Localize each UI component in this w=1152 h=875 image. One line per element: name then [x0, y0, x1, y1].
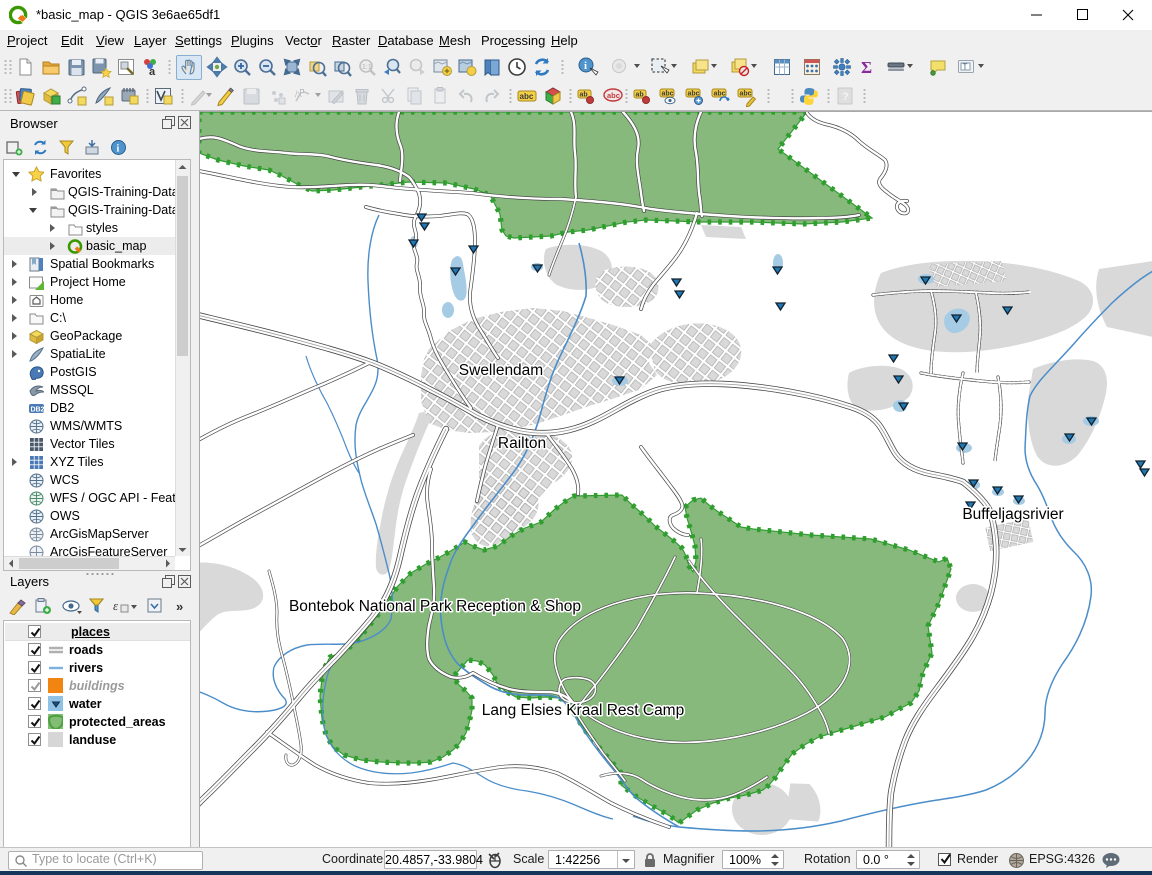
svg-text:Σ: Σ [861, 58, 872, 77]
svg-text:ε: ε [113, 598, 119, 613]
svg-text:Swellendam: Swellendam [459, 362, 543, 379]
svg-text:Buffeljagsrivier: Buffeljagsrivier [962, 506, 1063, 523]
svg-text:Lang Elsies Kraal Rest Camp: Lang Elsies Kraal Rest Camp [482, 702, 684, 719]
svg-text:Railton: Railton [498, 435, 546, 452]
svg-text:Bontebok National Park Recepti: Bontebok National Park Reception & Shop [289, 598, 581, 615]
svg-text:?: ? [842, 91, 849, 103]
svg-text:T: T [963, 63, 968, 72]
svg-text:i: i [117, 144, 120, 155]
svg-text:abc: abc [607, 91, 620, 100]
svg-text:DB2: DB2 [31, 407, 45, 414]
svg-text:1:1: 1:1 [362, 64, 372, 71]
svg-text:/x: /x [295, 89, 303, 99]
svg-text:abc: abc [520, 92, 534, 101]
svg-text:i: i [584, 60, 587, 72]
svg-text:a: a [149, 66, 156, 78]
svg-text:ab: ab [636, 92, 644, 99]
svg-text:abc: abc [740, 91, 752, 98]
svg-text:abc: abc [662, 91, 674, 98]
svg-text:ab: ab [580, 92, 588, 99]
